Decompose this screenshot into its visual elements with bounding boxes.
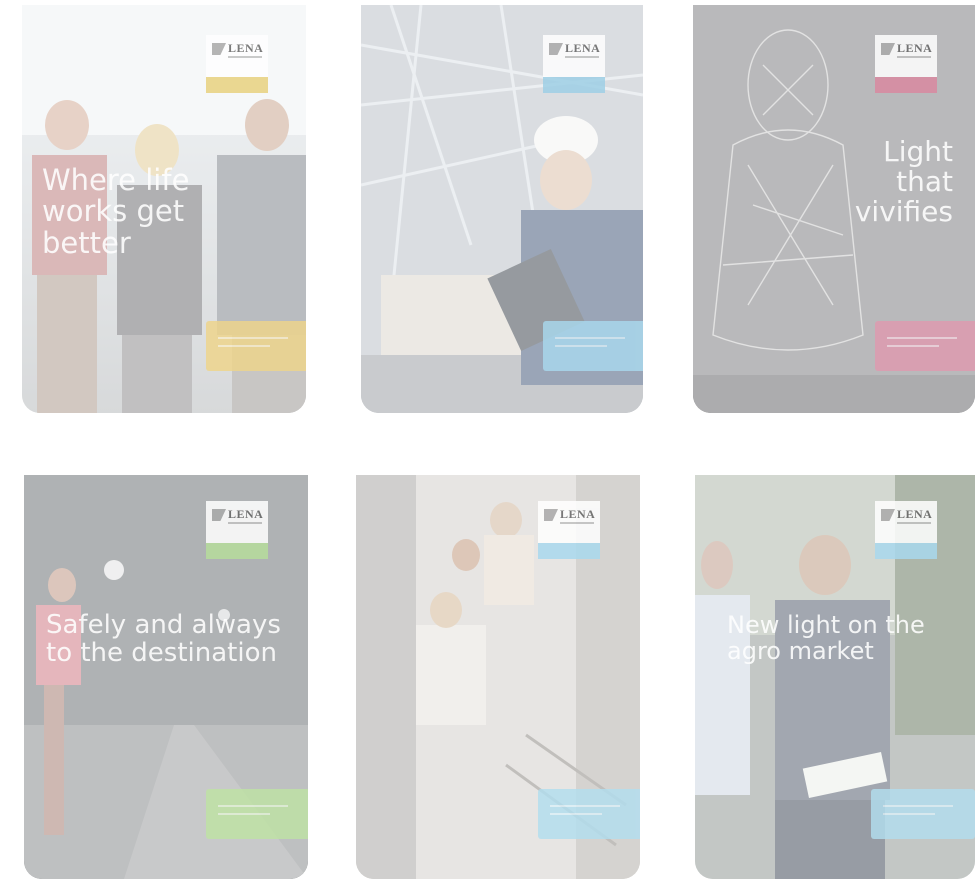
read-more-button[interactable]	[206, 321, 306, 371]
card-headline: New light on the agro market	[727, 611, 925, 665]
lena-logo: LENA	[875, 35, 937, 93]
category-tag	[206, 77, 268, 93]
category-tag	[543, 77, 605, 93]
category-tag	[206, 543, 268, 559]
card-headline: Where life works get better	[42, 163, 190, 260]
brochure-card-architecture[interactable]: LENA Light that vivifies	[693, 5, 975, 413]
logo-text: LENA	[560, 507, 596, 521]
read-more-button[interactable]	[206, 789, 308, 839]
logo-text: LENA	[228, 507, 264, 521]
lena-logo: LENA	[206, 501, 268, 559]
read-more-button[interactable]	[538, 789, 640, 839]
card-headline: Safely and always to the destination	[46, 610, 281, 669]
category-tag	[875, 77, 937, 93]
category-tag	[538, 543, 600, 559]
brochure-card-road[interactable]: LENA Safely and always to the destinatio…	[24, 475, 308, 879]
logo-text: LENA	[897, 41, 933, 55]
read-more-button[interactable]	[871, 789, 975, 839]
read-more-button[interactable]	[875, 321, 975, 371]
lena-logo: LENA	[538, 501, 600, 559]
card-headline: Light that vivifies	[854, 135, 953, 229]
brochure-card-office[interactable]: LENA Where life works get better	[22, 5, 306, 413]
lena-logo: LENA	[543, 35, 605, 93]
logo-text: LENA	[897, 507, 933, 521]
logo-text: LENA	[228, 41, 264, 55]
brochure-card-home[interactable]: LENA	[356, 475, 640, 879]
brochure-card-industry[interactable]: LENA	[361, 5, 643, 413]
category-tag	[875, 543, 937, 559]
read-more-button[interactable]	[543, 321, 643, 371]
logo-text: LENA	[565, 41, 601, 55]
brochure-card-agro[interactable]: LENA New light on the agro market	[695, 475, 975, 879]
brochure-grid: LENA Where life works get better LENA LE…	[0, 0, 975, 879]
lena-logo: LENA	[206, 35, 268, 93]
lena-logo: LENA	[875, 501, 937, 559]
